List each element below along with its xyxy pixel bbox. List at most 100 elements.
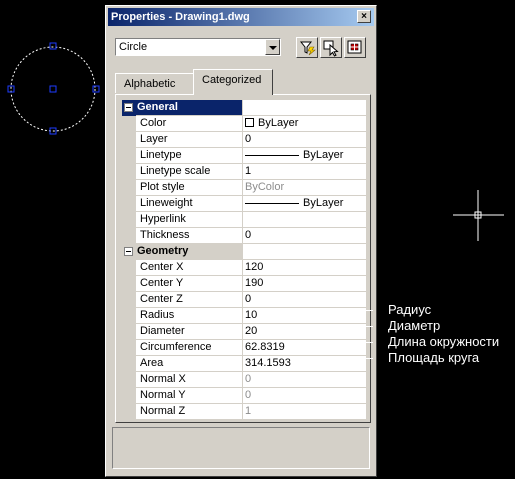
property-row-center-z[interactable]: Center Z 0 (122, 292, 366, 308)
property-value-cell[interactable]: 190 (243, 276, 366, 292)
property-value-cell[interactable]: 0 (243, 228, 366, 244)
row-gutter (122, 276, 136, 292)
property-name-cell[interactable]: Layer (136, 132, 243, 148)
property-value-cell[interactable]: 120 (243, 260, 366, 276)
property-name-cell[interactable]: Linetype (136, 148, 243, 164)
grip-top[interactable] (49, 42, 57, 50)
category-label-cell: Geometry (136, 244, 243, 260)
property-value-cell[interactable]: ByLayer (243, 196, 366, 212)
property-value-cell[interactable]: 10 (243, 308, 366, 324)
toggle-pickadd-button[interactable] (344, 37, 366, 58)
property-row-linetype-scale[interactable]: Linetype scale 1 (122, 164, 366, 180)
property-row-center-x[interactable]: Center X 120 (122, 260, 366, 276)
property-value-cell[interactable]: 20 (243, 324, 366, 340)
object-type-dropdown[interactable]: Circle (115, 38, 281, 56)
property-name-cell[interactable]: Lineweight (136, 196, 243, 212)
property-row-plot-style[interactable]: Plot style ByColor (122, 180, 366, 196)
property-value-cell: 0 (243, 388, 366, 404)
select-objects-icon (323, 40, 339, 57)
property-name-cell[interactable]: Circumference (136, 340, 243, 356)
property-value-cell[interactable]: 0 (243, 292, 366, 308)
property-name: Thickness (140, 229, 190, 241)
property-value-cell[interactable]: 62.8319 (243, 340, 366, 356)
row-gutter (122, 324, 136, 340)
grip-right[interactable] (92, 85, 100, 93)
property-name: Circumference (140, 341, 212, 353)
property-value-cell[interactable]: ByLayer (243, 116, 366, 132)
property-value-cell[interactable]: 314.1593 (243, 356, 366, 372)
property-name-cell[interactable]: Center Y (136, 276, 243, 292)
property-name: Center Z (140, 293, 183, 305)
title-bar[interactable]: Properties - Drawing1.dwg × (108, 8, 374, 26)
annotation-diameter: Диаметр (388, 318, 441, 333)
property-value: ByLayer (303, 149, 344, 161)
category-general[interactable]: General (122, 100, 366, 116)
property-name: Normal Z (140, 405, 186, 417)
property-name-cell[interactable]: Area (136, 356, 243, 372)
property-name-cell[interactable]: Hyperlink (136, 212, 243, 228)
property-row-hyperlink[interactable]: Hyperlink (122, 212, 366, 228)
property-row-lineweight[interactable]: Lineweight ByLayer (122, 196, 366, 212)
property-name-cell[interactable]: Normal Z (136, 404, 243, 420)
tab-alphabetic[interactable]: Alphabetic (115, 73, 195, 93)
row-gutter (122, 196, 136, 212)
close-button[interactable]: × (357, 10, 371, 23)
property-value-cell[interactable] (243, 212, 366, 228)
property-name-cell[interactable]: Radius (136, 308, 243, 324)
property-name-cell[interactable]: Diameter (136, 324, 243, 340)
select-objects-button[interactable] (320, 37, 342, 58)
property-name-cell[interactable]: Color (136, 116, 243, 132)
property-row-thickness[interactable]: Thickness 0 (122, 228, 366, 244)
grip-center[interactable] (49, 85, 57, 93)
property-row-normal-z[interactable]: Normal Z 1 (122, 404, 366, 420)
quick-select-button[interactable] (296, 37, 318, 58)
property-row-center-y[interactable]: Center Y 190 (122, 276, 366, 292)
property-row-diameter[interactable]: Diameter 20 (122, 324, 366, 340)
property-name-cell[interactable]: Thickness (136, 228, 243, 244)
property-name: Diameter (140, 325, 185, 337)
property-value-cell[interactable]: 0 (243, 132, 366, 148)
tab-categorized[interactable]: Categorized (193, 69, 273, 95)
property-name: Area (140, 357, 164, 369)
property-name-cell[interactable]: Center X (136, 260, 243, 276)
category-value-cell (243, 244, 366, 260)
property-row-area[interactable]: Area 314.1593 (122, 356, 366, 372)
property-name-cell[interactable]: Plot style (136, 180, 243, 196)
description-area (112, 427, 370, 469)
property-value: 1 (245, 165, 252, 177)
row-gutter (122, 356, 136, 372)
row-gutter (122, 228, 136, 244)
category-geometry[interactable]: Geometry (122, 244, 366, 260)
property-value: 0 (245, 373, 252, 385)
property-row-circumference[interactable]: Circumference 62.8319 (122, 340, 366, 356)
property-row-layer[interactable]: Layer 0 (122, 132, 366, 148)
property-value: ByLayer (258, 117, 299, 129)
property-name-cell[interactable]: Center Z (136, 292, 243, 308)
property-name-cell[interactable]: Normal Y (136, 388, 243, 404)
close-icon: × (361, 11, 367, 22)
row-gutter (122, 116, 136, 132)
collapse-icon[interactable] (124, 103, 133, 112)
property-value-cell[interactable]: 1 (243, 164, 366, 180)
quick-select-icon (299, 41, 316, 56)
collapse-icon[interactable] (124, 247, 133, 256)
property-row-linetype[interactable]: Linetype ByLayer (122, 148, 366, 164)
property-row-normal-y[interactable]: Normal Y 0 (122, 388, 366, 404)
property-value: 0 (245, 293, 252, 305)
property-name: Radius (140, 309, 175, 321)
row-gutter (122, 340, 136, 356)
property-row-color[interactable]: Color ByLayer (122, 116, 366, 132)
category-title: Geometry (137, 245, 189, 257)
property-row-radius[interactable]: Radius 10 (122, 308, 366, 324)
property-value-cell[interactable]: ByLayer (243, 148, 366, 164)
category-label-cell: General (136, 100, 243, 116)
chevron-down-icon[interactable] (265, 39, 280, 55)
property-name-cell[interactable]: Linetype scale (136, 164, 243, 180)
property-name-cell[interactable]: Normal X (136, 372, 243, 388)
selected-circle[interactable] (10, 46, 96, 132)
color-swatch (245, 118, 254, 127)
property-value-cell: ByColor (243, 180, 366, 196)
property-row-normal-x[interactable]: Normal X 0 (122, 372, 366, 388)
property-name: Hyperlink (140, 213, 186, 225)
row-gutter (122, 292, 136, 308)
